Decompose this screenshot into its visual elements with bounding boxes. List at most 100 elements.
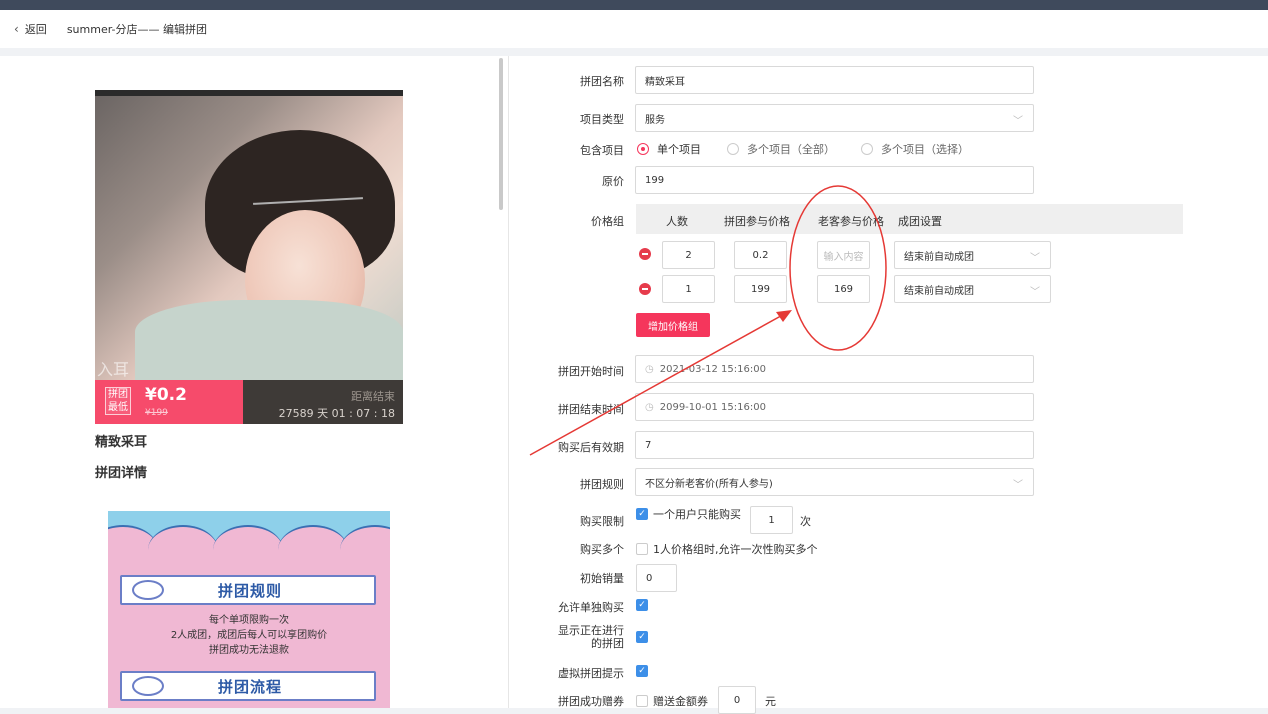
original-price: ¥199 xyxy=(145,408,168,418)
coupon-text: 赠送金额券 xyxy=(653,695,708,708)
setting-select[interactable]: 结束前自动成团 ﹀ xyxy=(894,241,1051,269)
setting-select[interactable]: 结束前自动成团 ﹀ xyxy=(894,275,1051,303)
scallop xyxy=(213,525,283,575)
coupon-row: 赠送金额券 xyxy=(636,693,708,709)
clock-icon: ◷ xyxy=(645,401,654,413)
old-price-placeholder: 输入内容 xyxy=(823,251,864,263)
old-price-value: 169 xyxy=(833,283,854,295)
group-price-input[interactable]: 0.2 xyxy=(734,241,787,269)
type-select[interactable]: 服务 ﹀ xyxy=(635,104,1034,132)
multi-row: 1人价格组时,允许一次性购买多个 xyxy=(636,541,818,557)
rule-line: 拼团成功无法退款 xyxy=(209,645,289,656)
limit-value: 1 xyxy=(768,514,775,526)
radio-multi-select[interactable]: 多个项目（选择） xyxy=(861,141,969,157)
countdown-block: 距离结束 27589 天 01 : 07 : 18 xyxy=(243,380,403,424)
rules-poster: 拼团规则 每个单项限购一次 2人成团，成团后每人可以享团购价 拼团成功无法退款 … xyxy=(108,511,390,708)
initial-sales-label: 初始销量 xyxy=(580,572,624,585)
chevron-down-icon: ﹀ xyxy=(1030,287,1040,298)
rules-text: 每个单项限购一次 2人成团，成团后每人可以享团购价 拼团成功无法退款 xyxy=(108,613,390,658)
end-time-value: 2099-10-01 15:16:00 xyxy=(659,401,766,413)
people-input[interactable]: 1 xyxy=(662,275,715,303)
chevron-left-icon: ‹ xyxy=(14,22,19,36)
old-price-input[interactable]: 输入内容 xyxy=(817,241,870,269)
chevron-down-icon: ﹀ xyxy=(1013,480,1023,491)
back-label: 返回 xyxy=(24,23,47,36)
limit-label: 购买限制 xyxy=(580,515,624,528)
radio-multi-all[interactable]: 多个项目（全部） xyxy=(727,141,835,157)
coupon-label: 拼团成功赠券 xyxy=(558,695,624,708)
people-input[interactable]: 2 xyxy=(662,241,715,269)
product-image: 入耳 拼团 最低 ¥0.2 ¥199 距离结束 27589 天 01 : 07 … xyxy=(95,90,403,424)
countdown-timer: 27589 天 01 : 07 : 18 xyxy=(278,407,395,420)
multi-checkbox[interactable] xyxy=(636,543,648,555)
radio-dot xyxy=(727,143,739,155)
page-title: summer-分店—— 编辑拼团 xyxy=(66,23,207,36)
process-banner-title: 拼团流程 xyxy=(217,678,282,696)
original-price-value: 199 xyxy=(645,174,665,186)
photo-shoulder xyxy=(135,300,403,380)
name-value: 精致采耳 xyxy=(645,76,685,88)
remove-row-icon[interactable] xyxy=(639,283,651,295)
radio-dot xyxy=(861,143,873,155)
preview-scrollbar[interactable] xyxy=(499,58,503,210)
solo-label: 允许单独购买 xyxy=(558,601,624,614)
price-label: 原价 xyxy=(602,175,624,188)
tag-line2: 最低 xyxy=(108,402,128,413)
type-value: 服务 xyxy=(645,114,665,126)
rule-select[interactable]: 不区分新老客价(所有人参与) ﹀ xyxy=(635,468,1034,496)
col-setting: 成团设置 xyxy=(898,215,942,228)
coupon-unit: 元 xyxy=(765,695,776,708)
limit-checkbox[interactable]: ✓ xyxy=(636,508,648,520)
coupon-value: 0 xyxy=(733,694,741,706)
initial-sales-value: 0 xyxy=(646,572,653,584)
start-time-label: 拼团开始时间 xyxy=(558,365,624,378)
setting-value: 结束前自动成团 xyxy=(904,285,974,297)
virtual-tip-label: 虚拟拼团提示 xyxy=(558,667,624,680)
scallop xyxy=(278,525,348,575)
price-bar: 拼团 最低 ¥0.2 ¥199 距离结束 27589 天 01 : 07 : 1… xyxy=(95,380,403,424)
virtual-tip-checkbox[interactable]: ✓ xyxy=(636,665,648,677)
initial-sales-input[interactable]: 0 xyxy=(636,564,677,592)
rule-value: 不区分新老客价(所有人参与) xyxy=(645,478,773,490)
page-header: ‹ 返回 summer-分店—— 编辑拼团 xyxy=(0,10,1268,48)
people-value: 1 xyxy=(685,283,692,295)
limit-input[interactable]: 1 xyxy=(750,506,793,534)
validity-input[interactable]: 7 xyxy=(635,431,1034,459)
radio-single[interactable]: 单个项目 xyxy=(637,141,701,157)
limit-unit: 次 xyxy=(800,515,811,528)
type-label: 项目类型 xyxy=(580,113,624,126)
original-price-input[interactable]: 199 xyxy=(635,166,1034,194)
coupon-input[interactable]: 0 xyxy=(718,686,756,714)
show-ongoing-label-line2: 的拼团 xyxy=(591,637,624,650)
group-price-input[interactable]: 199 xyxy=(734,275,787,303)
radio-multi-select-label: 多个项目（选择） xyxy=(881,143,969,156)
end-label: 距离结束 xyxy=(351,390,395,403)
radio-multi-all-label: 多个项目（全部） xyxy=(747,143,835,156)
lowest-tag: 拼团 最低 xyxy=(105,387,131,415)
price-block: 拼团 最低 ¥0.2 ¥199 xyxy=(95,380,243,424)
add-price-group-button[interactable]: 增加价格组 xyxy=(636,313,710,337)
group-price-value: 199 xyxy=(750,283,771,295)
process-banner: 拼团流程 xyxy=(120,671,376,701)
remove-row-icon[interactable] xyxy=(639,248,651,260)
clock-icon: ◷ xyxy=(645,363,654,375)
solo-checkbox[interactable]: ✓ xyxy=(636,599,648,611)
price-group-header: 人数 拼团参与价格 老客参与价格 成团设置 xyxy=(636,204,1183,234)
chevron-down-icon: ﹀ xyxy=(1030,253,1040,264)
show-ongoing-checkbox[interactable]: ✓ xyxy=(636,631,648,643)
end-time-label: 拼团结束时间 xyxy=(558,403,624,416)
end-time-input[interactable]: ◷ 2099-10-01 15:16:00 xyxy=(635,393,1034,421)
rule-line: 每个单项限购一次 xyxy=(209,615,289,626)
back-button[interactable]: ‹ 返回 xyxy=(14,21,47,37)
start-time-input[interactable]: ◷ 2021-03-12 15:16:00 xyxy=(635,355,1034,383)
old-price-input[interactable]: 169 xyxy=(817,275,870,303)
limit-row: ✓ 一个用户只能购买 xyxy=(636,506,741,522)
col-old-price: 老客参与价格 xyxy=(818,215,884,228)
start-time-value: 2021-03-12 15:16:00 xyxy=(659,363,766,375)
col-price: 拼团参与价格 xyxy=(724,215,790,228)
name-input[interactable]: 精致采耳 xyxy=(635,66,1034,94)
detail-title: 拼团详情 xyxy=(95,466,148,481)
people-value: 2 xyxy=(685,249,692,261)
setting-value: 结束前自动成团 xyxy=(904,251,974,263)
coupon-checkbox[interactable] xyxy=(636,695,648,707)
